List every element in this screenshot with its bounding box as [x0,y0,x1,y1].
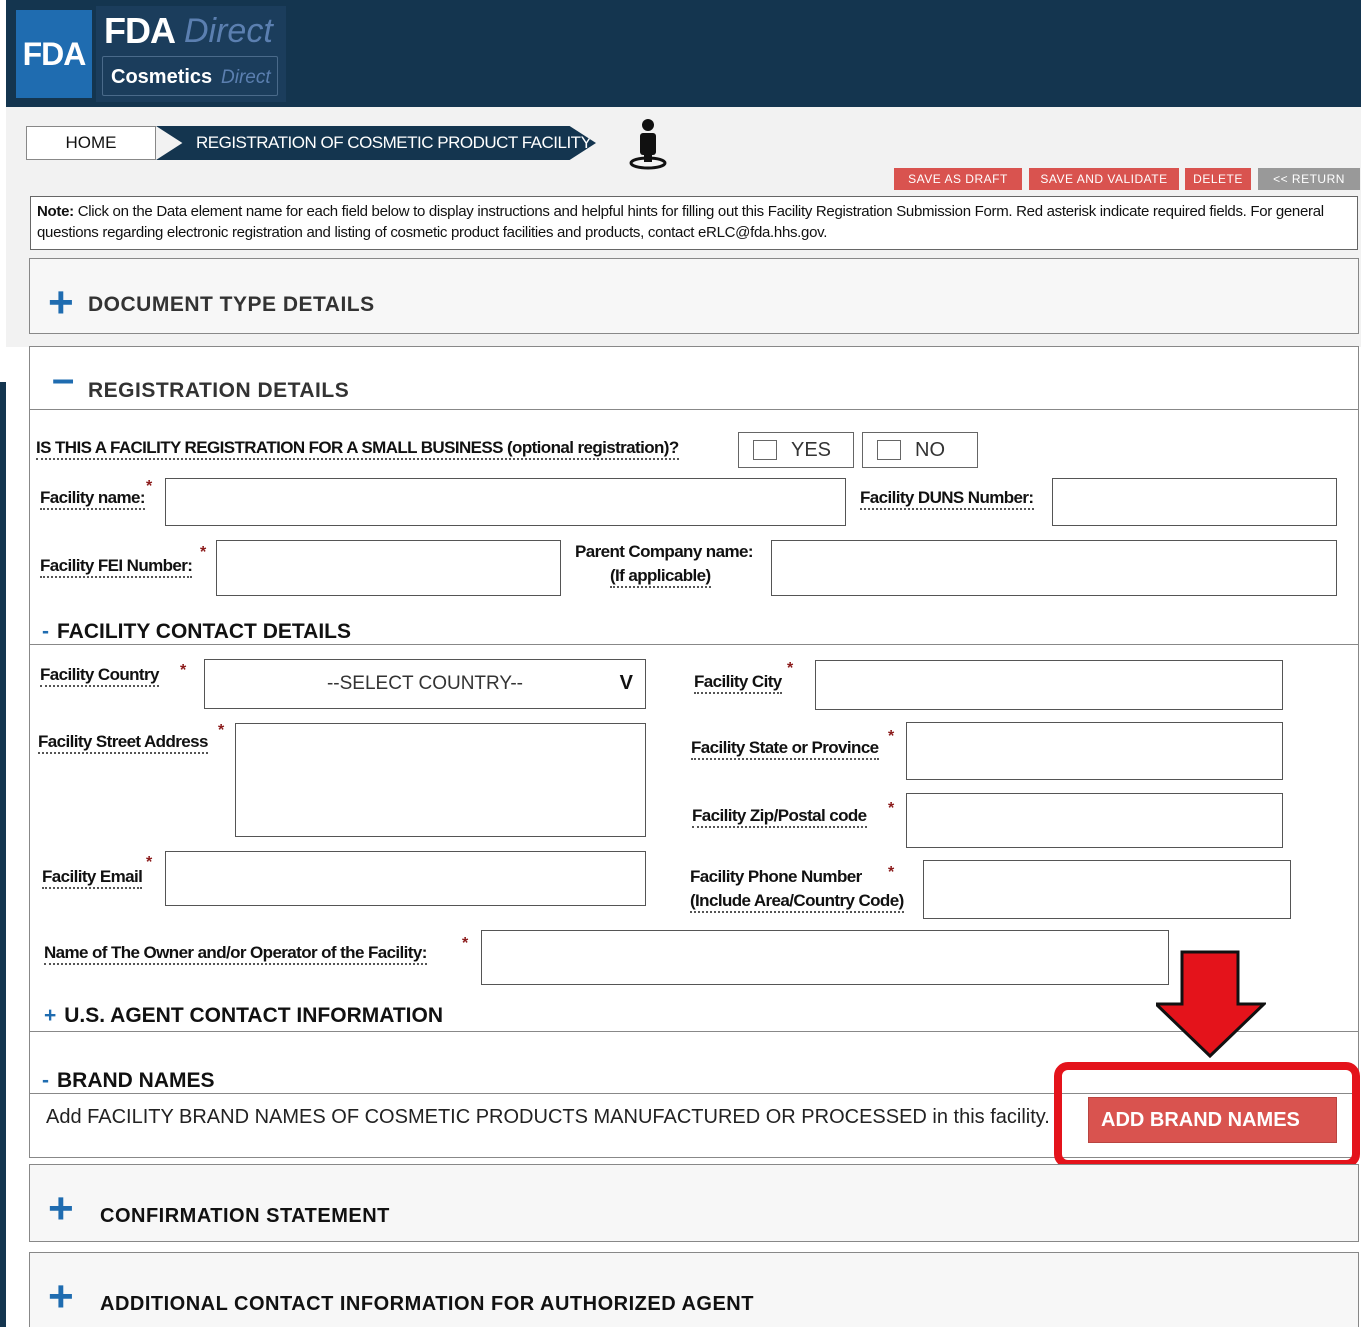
parent-company-sublabel[interactable]: (If applicable) [610,566,711,588]
required-asterisk: * [200,544,207,561]
no-label: NO [915,438,945,461]
facility-country-label[interactable]: Facility Country [40,665,159,687]
facility-contact-header[interactable]: - FACILITY CONTACT DETAILS [42,620,351,644]
facility-email-input[interactable] [165,851,646,906]
facility-contact-title: FACILITY CONTACT DETAILS [57,620,351,643]
logo-subtitle-box: Cosmetics Direct [102,56,278,96]
save-and-validate-button[interactable]: SAVE AND VALIDATE [1029,168,1179,190]
required-asterisk: * [180,662,187,679]
app-header: FDA FDA Direct Cosmetics Direct [6,0,1361,107]
note-text: Click on the Data element name for each … [37,203,1324,241]
red-arrow-down-icon [1156,950,1266,1059]
no-checkbox[interactable] [877,440,901,460]
required-asterisk: * [218,722,225,739]
facility-city-input[interactable] [815,660,1283,710]
document-type-title[interactable]: DOCUMENT TYPE DETAILS [88,293,375,317]
delete-button[interactable]: DELETE [1185,168,1251,190]
brand-names-title: BRAND NAMES [57,1069,215,1092]
owner-operator-input[interactable] [481,930,1169,985]
logo-fda-text: FDA [104,10,176,51]
divider [29,644,1359,645]
breadcrumb-current: REGISTRATION OF COSMETIC PRODUCT FACILIT… [156,126,596,160]
collapse-minus-icon[interactable]: – [52,359,74,399]
save-as-draft-button[interactable]: SAVE AS DRAFT [894,168,1022,190]
fda-logo[interactable]: FDA [16,10,92,98]
facility-street-textarea[interactable] [235,723,646,837]
us-agent-header[interactable]: + U.S. AGENT CONTACT INFORMATION [44,1004,443,1028]
required-asterisk: * [787,660,794,677]
facility-street-label[interactable]: Facility Street Address [38,732,208,754]
add-brand-names-button[interactable]: ADD BRAND NAMES [1088,1097,1337,1143]
breadcrumb-home[interactable]: HOME [26,126,156,160]
facility-name-input[interactable] [165,478,846,526]
person-location-icon[interactable] [628,118,668,170]
additional-contact-title[interactable]: ADDITIONAL CONTACT INFORMATION FOR AUTHO… [100,1293,754,1316]
expand-plus-icon[interactable]: + [48,1187,74,1231]
facility-phone-label[interactable]: Facility Phone Number [690,867,862,887]
breadcrumb-current-label: REGISTRATION OF COSMETIC PRODUCT FACILIT… [196,133,592,152]
facility-phone-sublabel[interactable]: (Include Area/Country Code) [690,891,904,913]
facility-phone-input[interactable] [923,860,1291,919]
facility-state-label[interactable]: Facility State or Province [691,738,879,760]
expand-plus-icon[interactable]: + [48,1275,74,1319]
yes-checkbox[interactable] [753,440,777,460]
facility-fei-input[interactable] [216,540,561,596]
chevron-down-icon: V [619,672,633,694]
additional-contact-section: + ADDITIONAL CONTACT INFORMATION FOR AUT… [29,1252,1359,1327]
facility-duns-input[interactable] [1052,478,1337,526]
collapse-minus-icon[interactable]: - [42,620,49,643]
country-select[interactable]: --SELECT COUNTRY-- V [204,659,646,709]
breadcrumb: HOME REGISTRATION OF COSMETIC PRODUCT FA… [26,126,596,160]
no-option[interactable]: NO [862,432,978,468]
facility-name-label[interactable]: Facility name: [40,488,146,510]
expand-plus-icon[interactable]: + [44,1004,56,1027]
facility-zip-label[interactable]: Facility Zip/Postal code [692,806,867,828]
owner-operator-label[interactable]: Name of The Owner and/or Operator of the… [44,943,427,965]
required-asterisk: * [888,728,895,745]
required-asterisk: * [888,864,895,881]
facility-state-input[interactable] [906,722,1283,780]
confirmation-statement-title[interactable]: CONFIRMATION STATEMENT [100,1205,390,1228]
facility-duns-label[interactable]: Facility DUNS Number: [860,488,1034,510]
left-edge-bar [0,382,6,1327]
required-asterisk: * [888,800,895,817]
document-type-section: + DOCUMENT TYPE DETAILS [29,258,1359,334]
instructions-note: Note: Click on the Data element name for… [30,196,1358,250]
brand-names-header[interactable]: - BRAND NAMES [42,1069,215,1093]
collapse-minus-icon[interactable]: - [42,1069,49,1092]
required-asterisk: * [462,935,469,952]
yes-label: YES [791,438,832,461]
return-button[interactable]: << RETURN [1258,168,1360,190]
parent-company-input[interactable] [771,540,1337,596]
yes-option[interactable]: YES [738,432,854,468]
logo-direct-subtext: Direct [221,67,271,88]
logo-direct-text: Direct [184,12,273,50]
facility-city-label[interactable]: Facility City [694,672,782,694]
logo-cosmetics-text: Cosmetics [111,66,213,88]
note-label: Note: [37,203,74,220]
parent-company-label[interactable]: Parent Company name: [575,542,753,562]
required-asterisk: * [146,854,153,871]
facility-email-label[interactable]: Facility Email [42,867,143,889]
country-select-value: --SELECT COUNTRY-- [326,673,523,694]
confirmation-statement-section: + CONFIRMATION STATEMENT [29,1164,1359,1242]
registration-details-title[interactable]: REGISTRATION DETAILS [88,379,349,403]
facility-fei-label[interactable]: Facility FEI Number: [40,556,193,578]
required-asterisk: * [146,478,153,495]
facility-zip-input[interactable] [906,793,1283,848]
fda-direct-logo[interactable]: FDA Direct Cosmetics Direct [96,6,286,102]
fda-logo-text: FDA [22,35,87,72]
brand-names-description: Add FACILITY BRAND NAMES OF COSMETIC PRO… [46,1106,1050,1128]
divider [30,409,1358,410]
small-business-question[interactable]: IS THIS A FACILITY REGISTRATION FOR A SM… [36,438,679,460]
us-agent-title: U.S. AGENT CONTACT INFORMATION [64,1004,444,1027]
expand-plus-icon[interactable]: + [48,281,74,325]
